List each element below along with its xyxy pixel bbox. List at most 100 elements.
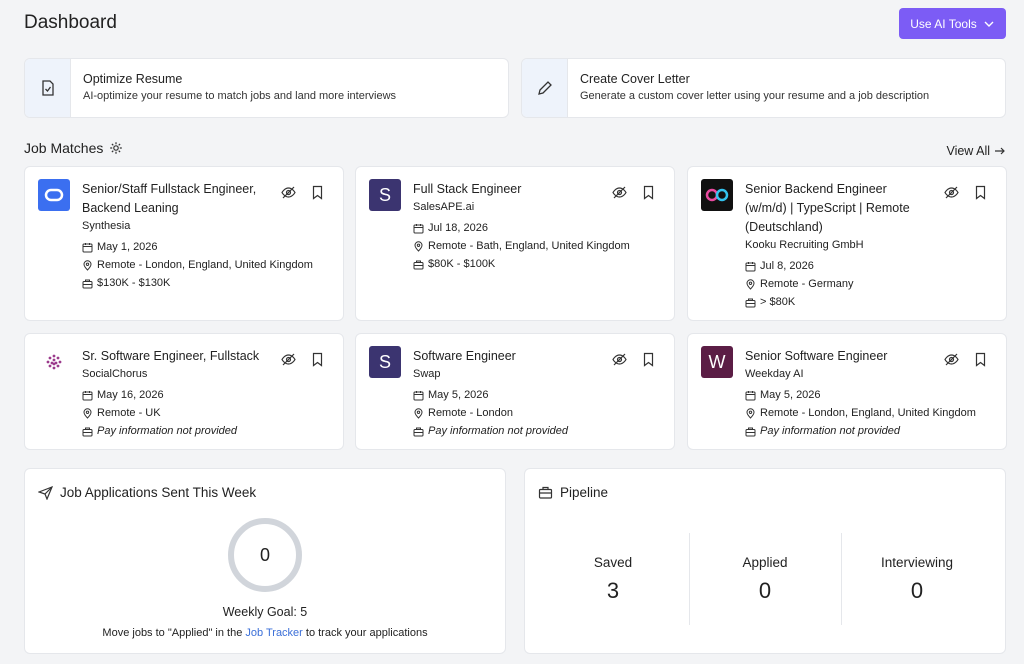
tool-description: Generate a custom cover letter using you…: [580, 90, 930, 102]
company-name: Weekday AI: [745, 368, 804, 380]
logo-letter: W: [708, 351, 726, 372]
job-pay: $80K - $100K: [413, 255, 604, 273]
applications-title: Job Applications Sent This Week: [60, 485, 257, 500]
job-location: Remote - London, England, United Kingdom: [82, 256, 313, 274]
location-pin-icon: [83, 407, 92, 419]
applications-panel: Job Applications Sent This Week 0 Weekly…: [24, 468, 506, 654]
gear-icon[interactable]: [109, 141, 123, 155]
job-title-line[interactable]: Software Engineer: [413, 347, 604, 366]
pipeline-value: 0: [758, 578, 772, 603]
pipeline-value: 3: [606, 578, 620, 603]
create-cover-letter-card[interactable]: Create Cover Letter Generate a custom co…: [521, 58, 1006, 118]
hide-eye-off-icon[interactable]: [944, 185, 959, 200]
use-ai-tools-button[interactable]: Use AI Tools: [899, 8, 1006, 39]
logo-letter: S: [378, 184, 391, 205]
calendar-icon: [413, 223, 424, 233]
company-name: Synthesia: [82, 220, 131, 232]
job-pay: $130K - $130K: [82, 274, 273, 292]
salary-icon: [745, 427, 756, 436]
logo-letter: S: [378, 351, 391, 372]
job-location: Remote - UK: [82, 404, 273, 422]
pipeline-label: Interviewing: [880, 555, 954, 570]
job-card[interactable]: Senior Backend Engineer (w/m/d) | TypeScr…: [687, 166, 1007, 321]
job-card[interactable]: S Full Stack Engineer SalesAPE.ai Jul 18…: [355, 166, 675, 321]
company-logo: S: [369, 179, 401, 211]
view-all-label: View All: [946, 144, 990, 158]
job-card[interactable]: S Software Engineer Swap May 5, 2026 Rem…: [355, 333, 675, 450]
hint-text: to track your applications: [302, 627, 428, 639]
bookmark-icon[interactable]: [310, 352, 325, 367]
job-pay: Pay information not provided: [82, 422, 273, 440]
job-matches-label: Job Matches: [24, 140, 104, 156]
job-pay: Pay information not provided: [413, 422, 604, 440]
job-pay: Pay information not provided: [745, 422, 936, 440]
job-date: Jul 8, 2026: [745, 257, 936, 275]
tool-title: Optimize Resume: [83, 72, 183, 86]
job-location: Remote - Germany: [745, 275, 936, 293]
weekly-progress-ring: 0: [226, 516, 304, 594]
job-location: Remote - London: [413, 404, 604, 422]
send-icon: [38, 485, 53, 500]
company-name: Kooku Recruiting GmbH: [745, 239, 864, 251]
bookmark-icon[interactable]: [973, 352, 988, 367]
kooku-logo-icon: [705, 188, 729, 202]
company-logo: W: [701, 346, 733, 378]
job-date: May 1, 2026: [82, 238, 273, 256]
applications-count: 0: [259, 544, 270, 565]
pipeline-interviewing[interactable]: Interviewing 0: [841, 533, 993, 625]
calendar-icon: [82, 390, 93, 400]
job-card[interactable]: Senior/Staff Fullstack Engineer, Backend …: [24, 166, 344, 321]
bookmark-icon[interactable]: [641, 352, 656, 367]
pipeline-applied[interactable]: Applied 0: [689, 533, 841, 625]
socialchorus-logo-icon: [46, 354, 62, 370]
view-all-link[interactable]: View All: [946, 144, 1006, 158]
salary-icon: [82, 279, 93, 288]
hint-text: Move jobs to "Applied" in the: [102, 627, 246, 639]
job-matches-title: Job Matches: [24, 140, 123, 156]
calendar-icon: [82, 242, 93, 252]
company-logo: [38, 179, 70, 211]
bookmark-icon[interactable]: [641, 185, 656, 200]
job-title-line[interactable]: Senior Backend Engineer: [745, 180, 936, 199]
job-title-line[interactable]: Full Stack Engineer: [413, 180, 604, 199]
location-pin-icon: [746, 407, 755, 419]
company-name: SocialChorus: [82, 368, 148, 380]
ai-tools-label: Use AI Tools: [910, 16, 977, 31]
hide-eye-off-icon[interactable]: [944, 352, 959, 367]
optimize-resume-card[interactable]: Optimize Resume AI-optimize your resume …: [24, 58, 509, 118]
job-title-line[interactable]: Senior Software Engineer: [745, 347, 936, 366]
job-card[interactable]: W Senior Software Engineer Weekday AI Ma…: [687, 333, 1007, 450]
pipeline-saved[interactable]: Saved 3: [537, 533, 689, 625]
company-logo: S: [369, 346, 401, 378]
page-title: Dashboard: [24, 12, 117, 33]
job-card[interactable]: Sr. Software Engineer, Fullstack SocialC…: [24, 333, 344, 450]
job-pay: > $80K: [745, 293, 936, 311]
pipeline-label: Saved: [593, 555, 633, 570]
job-date: May 16, 2026: [82, 386, 273, 404]
company-name: SalesAPE.ai: [413, 201, 475, 213]
calendar-icon: [745, 261, 756, 271]
company-logo: [38, 346, 70, 378]
job-title-line[interactable]: (Deutschland): [745, 218, 936, 237]
job-title-line[interactable]: (w/m/d) | TypeScript | Remote: [745, 199, 936, 218]
company-name: Swap: [413, 368, 441, 380]
hide-eye-off-icon[interactable]: [612, 185, 627, 200]
pipeline-value: 0: [910, 578, 924, 603]
hide-eye-off-icon[interactable]: [612, 352, 627, 367]
location-pin-icon: [83, 259, 92, 271]
hide-eye-off-icon[interactable]: [281, 352, 296, 367]
job-title-line[interactable]: Backend Leaning: [82, 199, 273, 218]
job-title-line[interactable]: Senior/Staff Fullstack Engineer,: [82, 180, 273, 199]
bookmark-icon[interactable]: [310, 185, 325, 200]
job-date: May 5, 2026: [745, 386, 936, 404]
hide-eye-off-icon[interactable]: [281, 185, 296, 200]
pipeline-title: Pipeline: [560, 485, 609, 500]
job-tracker-link[interactable]: Job Tracker: [245, 627, 302, 639]
bookmark-icon[interactable]: [973, 185, 988, 200]
salary-icon: [413, 260, 424, 269]
pipeline-panel: Pipeline Saved 3 Applied 0 Interviewing …: [524, 468, 1006, 654]
salary-icon: [82, 427, 93, 436]
job-title-line[interactable]: Sr. Software Engineer, Fullstack: [82, 347, 273, 366]
location-pin-icon: [414, 240, 423, 252]
synthesia-logo-icon: [44, 188, 64, 202]
